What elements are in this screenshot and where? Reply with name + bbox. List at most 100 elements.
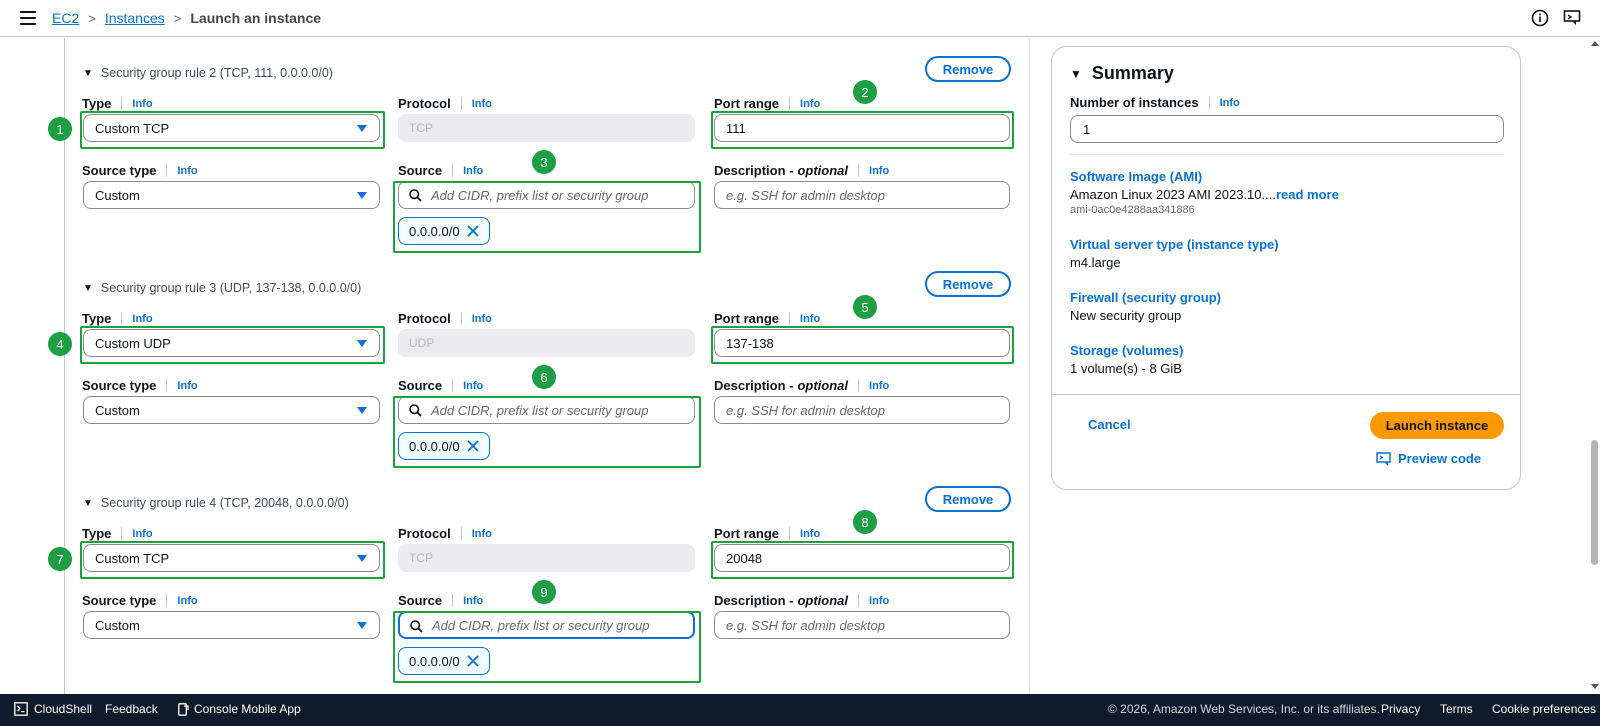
source-type-label: Source type Info — [82, 593, 198, 608]
cidr-token-text: 0.0.0.0/0 — [409, 653, 460, 669]
rule-3-type-select[interactable]: Custom UDP — [83, 329, 380, 357]
menu-icon[interactable] — [20, 11, 36, 25]
close-icon[interactable] — [466, 439, 480, 453]
port-range-label-text: Port range — [714, 526, 780, 541]
rule-2-source-type-select[interactable]: Custom — [83, 181, 380, 209]
close-icon[interactable] — [466, 224, 480, 238]
rule-2-header[interactable]: ▼ Security group rule 2 (TCP, 111, 0.0.0… — [83, 66, 333, 80]
protocol-label-text: Protocol — [398, 526, 451, 541]
number-of-instances-input[interactable]: 1 — [1070, 115, 1504, 143]
breadcrumb: EC2 > Instances > Launch an instance — [52, 10, 321, 26]
rule-3-header[interactable]: ▼ Security group rule 3 (UDP, 137-138, 0… — [83, 281, 361, 295]
info-link[interactable]: Info — [800, 98, 820, 110]
info-link[interactable]: Info — [463, 165, 483, 177]
protocol-label: Protocol Info — [398, 526, 492, 541]
instance-type-link[interactable]: Virtual server type (instance type) — [1070, 237, 1279, 252]
rule-4-description-input[interactable]: e.g. SSH for admin desktop — [714, 611, 1010, 639]
step-badge: 2 — [853, 80, 877, 104]
rule-4-port-range-input[interactable]: 20048 — [714, 544, 1010, 572]
description-placeholder: e.g. SSH for admin desktop — [726, 402, 885, 418]
rule-3-source-type-select[interactable]: Custom — [83, 396, 380, 424]
type-label: Type Info — [82, 526, 153, 541]
preview-code-label: Preview code — [1398, 451, 1482, 466]
rule-4-source-type-select[interactable]: Custom — [83, 611, 380, 639]
terms-link[interactable]: Terms — [1440, 702, 1473, 716]
description-label: Description - optional Info — [714, 593, 889, 608]
rule-2-type-select[interactable]: Custom TCP — [83, 114, 380, 142]
rule-2-cidr-token: 0.0.0.0/0 — [398, 217, 490, 245]
info-link[interactable]: Info — [1220, 97, 1240, 109]
rule-4-protocol-field: TCP — [398, 544, 695, 572]
firewall-link[interactable]: Firewall (security group) — [1070, 290, 1221, 305]
ami-link[interactable]: Software Image (AMI) — [1070, 169, 1202, 184]
info-link[interactable]: Info — [132, 528, 152, 540]
cookie-preferences-link[interactable]: Cookie preferences — [1492, 702, 1596, 716]
ami-value: Amazon Linux 2023 AMI 2023.10....read mo… — [1070, 187, 1339, 202]
optional-text: optional — [797, 163, 849, 178]
info-link[interactable]: Info — [132, 98, 152, 110]
rule-2-description-input[interactable]: e.g. SSH for admin desktop — [714, 181, 1010, 209]
info-link[interactable]: Info — [132, 313, 152, 325]
type-label: Type Info — [82, 311, 153, 326]
number-of-instances-label-text: Number of instances — [1070, 95, 1199, 110]
source-type-label: Source type Info — [82, 163, 198, 178]
scrollbar-thumb[interactable] — [1591, 440, 1598, 565]
port-range-label: Port range Info — [714, 526, 820, 541]
rule-4-header[interactable]: ▼ Security group rule 4 (TCP, 20048, 0.0… — [83, 496, 349, 510]
info-link[interactable]: Info — [869, 595, 889, 607]
read-more-link[interactable]: read more — [1276, 187, 1339, 202]
ami-id: ami-0ac0e4288aa341886 — [1070, 204, 1195, 216]
info-link[interactable]: Info — [472, 313, 492, 325]
info-link[interactable]: Info — [869, 380, 889, 392]
rule-2-source-type-value: Custom — [95, 187, 140, 203]
instance-type-value: m4.large — [1070, 255, 1121, 270]
info-link[interactable]: Info — [463, 380, 483, 392]
preview-code-button[interactable]: Preview code — [1376, 451, 1481, 466]
feedback-panel-icon[interactable] — [1563, 9, 1581, 27]
rule-3-description-input[interactable]: e.g. SSH for admin desktop — [714, 396, 1010, 424]
info-link[interactable]: Info — [800, 313, 820, 325]
info-link[interactable]: Info — [800, 528, 820, 540]
feedback-link[interactable]: Feedback — [105, 702, 158, 716]
info-link[interactable]: Info — [177, 165, 197, 177]
summary-title[interactable]: ▼ Summary — [1070, 63, 1174, 84]
cloudshell-button[interactable]: CloudShell — [14, 702, 92, 716]
rule-3-protocol-field: UDP — [398, 329, 695, 357]
info-link[interactable]: Info — [177, 595, 197, 607]
privacy-link[interactable]: Privacy — [1381, 702, 1420, 716]
security-group-rules-panel: ▼ Security group rule 2 (TCP, 111, 0.0.0… — [0, 38, 1030, 694]
scroll-down-icon[interactable] — [1591, 684, 1599, 689]
cidr-token-text: 0.0.0.0/0 — [409, 438, 460, 454]
rule-2-title: Security group rule 2 (TCP, 111, 0.0.0.0… — [100, 66, 333, 80]
breadcrumb-ec2[interactable]: EC2 — [52, 10, 79, 26]
rule-4-source-search-input[interactable]: Add CIDR, prefix list or security group — [398, 611, 695, 639]
rule-3-source-search-input[interactable]: Add CIDR, prefix list or security group — [398, 396, 695, 424]
rule-4-title: Security group rule 4 (TCP, 20048, 0.0.0… — [100, 496, 349, 510]
rule-2-source-search-input[interactable]: Add CIDR, prefix list or security group — [398, 181, 695, 209]
rule-4-type-select[interactable]: Custom TCP — [83, 544, 380, 572]
info-link[interactable]: Info — [177, 380, 197, 392]
rule-3-port-range-input[interactable]: 137-138 — [714, 329, 1010, 357]
caret-down-icon: ▼ — [83, 497, 93, 509]
info-icon[interactable] — [1531, 9, 1549, 27]
rule-3-remove-button[interactable]: Remove — [925, 271, 1011, 297]
info-link[interactable]: Info — [472, 528, 492, 540]
info-link[interactable]: Info — [869, 165, 889, 177]
rule-2-port-range-input[interactable]: 111 — [714, 114, 1010, 142]
cancel-button[interactable]: Cancel — [1088, 417, 1131, 432]
source-placeholder: Add CIDR, prefix list or security group — [431, 187, 649, 203]
rule-4-remove-button[interactable]: Remove — [925, 486, 1011, 512]
scroll-up-icon[interactable] — [1591, 41, 1599, 46]
close-icon[interactable] — [466, 654, 480, 668]
step-badge: 9 — [532, 580, 556, 604]
launch-instance-button[interactable]: Launch instance — [1370, 412, 1504, 439]
protocol-label: Protocol Info — [398, 311, 492, 326]
source-label-text: Source — [398, 163, 443, 178]
info-link[interactable]: Info — [463, 595, 483, 607]
rule-2-remove-button[interactable]: Remove — [925, 56, 1011, 82]
storage-link[interactable]: Storage (volumes) — [1070, 343, 1183, 358]
breadcrumb-current: Launch an instance — [190, 10, 322, 26]
info-link[interactable]: Info — [472, 98, 492, 110]
console-mobile-app-link[interactable]: Console Mobile App — [178, 702, 301, 716]
breadcrumb-instances[interactable]: Instances — [105, 10, 165, 26]
